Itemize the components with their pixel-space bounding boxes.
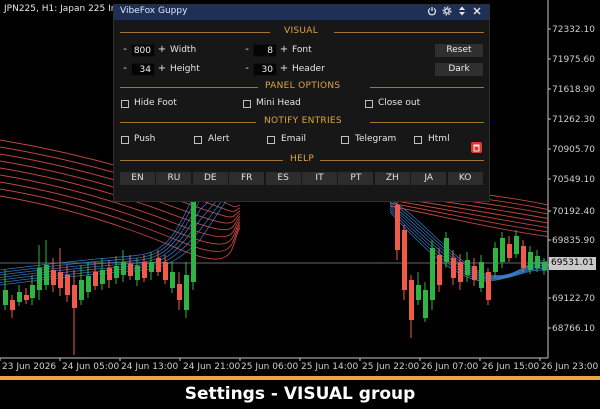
arrows-icon[interactable] [456,6,468,18]
trash-icon[interactable] [471,138,482,153]
header-input[interactable]: 30 [253,63,277,76]
width-decrement-button[interactable]: - [120,44,130,57]
time-tick-label: 25 Jun 14:00 [301,362,359,372]
price-tick-label: 70192.40 [552,207,595,217]
price-tick-label: 69835.90 [552,236,595,246]
screenshot-root: JPN225, H1: Japan 225 Ind 72332.10 71975.… [0,0,600,409]
power-icon[interactable] [426,6,438,18]
push-label: Push [134,134,156,144]
symbol-title: JPN225, H1: Japan 225 Ind [4,4,123,14]
price-tick-label: 69122.70 [552,294,595,304]
section-divider [120,160,283,161]
lang-button-es[interactable]: ES [265,172,301,185]
section-title-panel-options: PANEL OPTIONS [265,81,341,91]
panel-titlebar[interactable]: VibeFox Guppy [114,5,489,20]
lang-button-de[interactable]: DE [192,172,228,185]
panel-title: VibeFox Guppy [120,6,188,16]
time-tick-label: 25 Jun 22:00 [362,362,420,372]
current-price-label: 69531.01 [549,257,596,270]
time-tick-label: 26 Jun 23:00 [541,362,599,372]
reset-button[interactable]: Reset [435,44,483,57]
lang-button-pt[interactable]: PT [338,172,374,185]
push-checkbox[interactable] [121,136,129,144]
price-tick-label: 71262.30 [552,115,595,125]
lang-button-ja[interactable]: JA [411,172,447,185]
header-increment-button[interactable]: + [279,63,289,76]
lang-button-zh[interactable]: ZH [374,172,410,185]
alert-checkbox[interactable] [194,136,202,144]
telegram-checkbox[interactable] [341,136,349,144]
mini-head-label: Mini Head [256,98,301,108]
price-tick-label: 70549.10 [552,175,595,185]
section-title-help: HELP [290,154,315,164]
gear-icon[interactable] [441,6,453,18]
close-out-checkbox[interactable] [365,100,373,108]
settings-panel: VibeFox Guppy VISUAL - 800 + Width - 8 +… [113,4,490,202]
time-tick-label: 24 Jun 05:00 [62,362,120,372]
section-divider [334,32,484,33]
height-decrement-button[interactable]: - [120,63,130,76]
time-tick-label: 24 Jun 13:00 [121,362,179,372]
font-decrement-button[interactable]: - [242,44,252,57]
height-input[interactable]: 34 [131,63,155,76]
width-increment-button[interactable]: + [157,44,167,57]
section-divider [120,122,256,123]
section-divider [320,160,484,161]
price-tick-label: 68766.10 [552,324,595,334]
time-tick-label: 26 Jun 15:00 [482,362,540,372]
dark-button[interactable]: Dark [435,63,483,76]
section-divider [120,32,270,33]
section-divider [370,87,484,88]
html-checkbox[interactable] [414,136,422,144]
close-icon[interactable] [471,6,483,18]
hide-foot-label: Hide Foot [134,98,177,108]
html-label: Html [428,134,450,144]
section-divider [120,87,258,88]
price-tick-label: 72332.10 [552,25,595,35]
font-input[interactable]: 8 [253,44,277,57]
section-divider [370,122,484,123]
lang-button-en[interactable]: EN [120,172,155,185]
header-decrement-button[interactable]: - [242,63,252,76]
height-increment-button[interactable]: + [157,63,167,76]
width-input[interactable]: 800 [131,44,155,57]
email-checkbox[interactable] [267,136,275,144]
lang-button-it[interactable]: IT [302,172,337,185]
font-label: Font [292,45,312,55]
mini-head-checkbox[interactable] [243,100,251,108]
time-tick-label: 24 Jun 21:00 [183,362,241,372]
close-out-label: Close out [378,98,421,108]
lang-button-ru[interactable]: RU [156,172,192,185]
lang-button-ko[interactable]: KO [447,172,483,185]
time-tick-label: 23 Jun 2026 [2,362,57,372]
price-tick-label: 71975.60 [552,55,595,65]
price-tick-label: 71618.90 [552,85,595,95]
width-label: Width [170,45,197,55]
email-label: Email [281,134,306,144]
time-tick-label: 26 Jun 07:00 [421,362,479,372]
lang-button-fr[interactable]: FR [229,172,265,185]
time-tick-label: 25 Jun 06:00 [241,362,299,372]
font-increment-button[interactable]: + [279,44,289,57]
section-title-visual: VISUAL [284,26,319,36]
section-title-notify: NOTIFY ENTRIES [264,116,342,126]
header-label: Header [292,64,325,74]
telegram-label: Telegram [355,134,397,144]
alert-label: Alert [208,134,230,144]
height-label: Height [170,64,200,74]
price-tick-label: 70905.70 [552,145,595,155]
caption: Settings - VISUAL group [0,380,600,409]
hide-foot-checkbox[interactable] [121,100,129,108]
